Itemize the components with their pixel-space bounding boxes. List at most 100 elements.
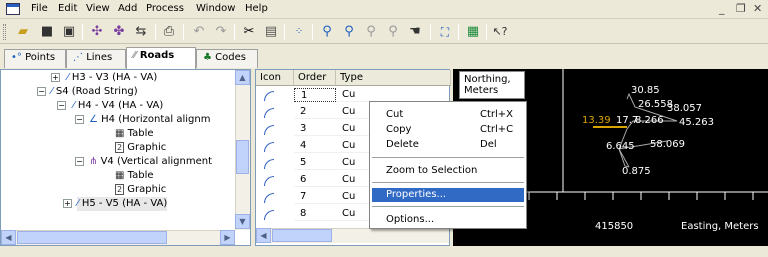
pan-icon[interactable]: ☚ xyxy=(406,23,424,41)
menu-item-label: Copy xyxy=(386,124,412,135)
order-cell[interactable]: 1 xyxy=(294,88,336,102)
tree-item[interactable]: ▦ Table xyxy=(115,127,154,141)
tree-item[interactable]: + ⁄ H3 - V3 (HA - VA) xyxy=(51,71,157,85)
tree-vertical-scrollbar[interactable]: ▲ ▼ xyxy=(235,70,250,230)
toolbar-separator xyxy=(458,24,459,40)
menu-bar: File Edit View Add Process Window Help _… xyxy=(0,0,768,19)
tree-item-label: H4 - V4 (HA - VA) xyxy=(77,100,164,111)
road-tree: + ⁄ H3 - V3 (HA - VA) − ⁄ S4 (Road Strin… xyxy=(0,69,251,246)
undo-icon[interactable]: ↶ xyxy=(190,23,208,41)
order-cell[interactable]: 5 xyxy=(294,156,336,170)
zoom-in-icon[interactable]: ⚲ xyxy=(318,23,336,41)
tab-roads-label: Roads xyxy=(139,50,175,61)
order-cell[interactable]: 2 xyxy=(294,105,336,119)
menu-item-cut[interactable]: Cut Ctrl+X xyxy=(372,108,524,122)
order-cell[interactable]: 6 xyxy=(294,173,336,187)
column-header-type[interactable]: Type xyxy=(336,70,451,86)
tree-item[interactable]: − ⋔ V4 (Vertical alignment xyxy=(75,155,212,169)
scroll-down-icon[interactable]: ▼ xyxy=(235,214,250,229)
print-icon[interactable]: ⎙ xyxy=(160,23,178,41)
menu-file[interactable]: File xyxy=(31,3,48,14)
menu-window[interactable]: Window xyxy=(196,3,235,14)
app-icon[interactable] xyxy=(6,3,20,15)
tab-lines-label: Lines xyxy=(86,52,113,63)
open-folder-icon[interactable]: ▰ xyxy=(14,23,32,41)
tab-lines[interactable]: ⋰ Lines xyxy=(66,49,126,68)
scroll-right-icon[interactable]: ▶ xyxy=(220,230,235,245)
cut-icon[interactable]: ✂ xyxy=(240,23,258,41)
scroll-thumb[interactable] xyxy=(17,231,167,244)
collapse-icon[interactable]: − xyxy=(75,115,84,124)
toolbar-separator xyxy=(155,24,156,40)
collapse-icon[interactable]: − xyxy=(57,101,66,110)
menu-view[interactable]: View xyxy=(86,3,110,14)
vertical-alignment-icon: ⋔ xyxy=(89,156,98,167)
order-cell[interactable]: 3 xyxy=(294,122,336,136)
scroll-left-icon[interactable]: ◀ xyxy=(256,228,271,243)
collapse-icon[interactable]: − xyxy=(37,87,46,96)
redo-icon[interactable]: ↷ xyxy=(212,23,230,41)
scroll-up-icon[interactable]: ▲ xyxy=(235,70,250,85)
order-cell[interactable]: 8 xyxy=(294,207,336,221)
save-icon[interactable]: ■ xyxy=(38,23,56,41)
menu-item-properties[interactable]: Properties... xyxy=(372,188,524,202)
expand-icon[interactable]: + xyxy=(51,73,60,82)
close-icon[interactable]: ✕ xyxy=(753,2,762,15)
scroll-thumb[interactable] xyxy=(272,229,332,242)
toolbar-separator xyxy=(312,24,313,40)
minimize-icon[interactable]: _ xyxy=(719,2,725,15)
tree-item[interactable]: − ⁄ S4 (Road String) xyxy=(37,85,138,99)
menu-item-copy[interactable]: Copy Ctrl+C xyxy=(372,123,524,137)
column-header-icon[interactable]: Icon xyxy=(256,70,294,86)
column-header-order[interactable]: Order xyxy=(294,70,336,86)
tree-item[interactable]: − ∠ H4 (Horizontal alignm xyxy=(75,113,211,127)
toolbar-grip[interactable] xyxy=(3,24,6,40)
help-pointer-icon[interactable]: ↖? xyxy=(491,23,509,41)
icon-b[interactable]: ✤ xyxy=(110,23,128,41)
collapse-icon[interactable]: − xyxy=(75,157,84,166)
icon-a[interactable]: ✣ xyxy=(88,23,106,41)
tree-item[interactable]: ▦ Table xyxy=(115,169,154,183)
menu-edit[interactable]: Edit xyxy=(58,3,77,14)
alignment-icon: ⁄ xyxy=(73,100,75,111)
table-icon: ▦ xyxy=(115,128,125,139)
tab-codes[interactable]: ♣ Codes xyxy=(196,49,258,68)
scroll-left-icon[interactable]: ◀ xyxy=(1,230,16,245)
order-cell[interactable]: 4 xyxy=(294,139,336,153)
zoom-extents-icon[interactable]: ⛶ xyxy=(436,23,454,41)
toolbar: ▰ ■ ▣ ✣ ✤ ⇆ ⎙ ↶ ↷ ✂ ▤ ⁘ ⚲ ⚲ ⚲ ⚲ ☚ ⛶ ▦ ↖? xyxy=(0,20,768,44)
tree-item[interactable]: 2 Graphic xyxy=(115,141,166,155)
station-label: 8.266 xyxy=(635,115,664,126)
menu-help[interactable]: Help xyxy=(245,3,268,14)
zoom-prev-icon[interactable]: ⚲ xyxy=(384,23,402,41)
expand-icon[interactable]: + xyxy=(63,199,72,208)
menu-process[interactable]: Process xyxy=(146,3,184,14)
tab-roads[interactable]: ⁄⁄ Roads xyxy=(126,47,196,69)
tree-item-label: H4 (Horizontal alignm xyxy=(101,114,211,125)
point-icon[interactable]: ⁘ xyxy=(290,23,308,41)
paste-icon[interactable]: ▤ xyxy=(262,23,280,41)
save-all-icon[interactable]: ▣ xyxy=(60,23,78,41)
tree-item[interactable]: + ⁄ H5 - V5 (HA - VA) xyxy=(63,197,168,211)
zoom-window-icon[interactable]: ⚲ xyxy=(362,23,380,41)
tree-item[interactable]: 2 Graphic xyxy=(115,183,166,197)
menu-item-delete[interactable]: Delete Del xyxy=(372,138,524,152)
menu-item-shortcut: Ctrl+C xyxy=(480,124,514,135)
type-cell[interactable]: Cu xyxy=(336,88,449,102)
order-cell[interactable]: 7 xyxy=(294,190,336,204)
zoom-out-icon[interactable]: ⚲ xyxy=(340,23,358,41)
grid-horizontal-scrollbar[interactable]: ◀ xyxy=(256,228,449,243)
table-icon[interactable]: ▦ xyxy=(464,23,482,41)
menu-item-zoom-to-selection[interactable]: Zoom to Selection xyxy=(372,164,524,178)
menu-item-options[interactable]: Options... xyxy=(372,213,524,227)
scroll-thumb[interactable] xyxy=(236,140,249,174)
restore-icon[interactable]: ❐ xyxy=(736,2,746,15)
tree-item[interactable]: − ⁄ H4 - V4 (HA - VA) xyxy=(57,99,164,113)
tree-horizontal-scrollbar[interactable]: ◀ ▶ xyxy=(1,230,235,245)
toolbar-separator xyxy=(183,24,184,40)
menu-item-label: Options... xyxy=(386,214,435,225)
menu-add[interactable]: Add xyxy=(118,3,137,14)
icon-c[interactable]: ⇆ xyxy=(132,23,150,41)
codes-tab-icon: ♣ xyxy=(203,52,212,63)
tab-points[interactable]: •° Points xyxy=(4,49,66,68)
